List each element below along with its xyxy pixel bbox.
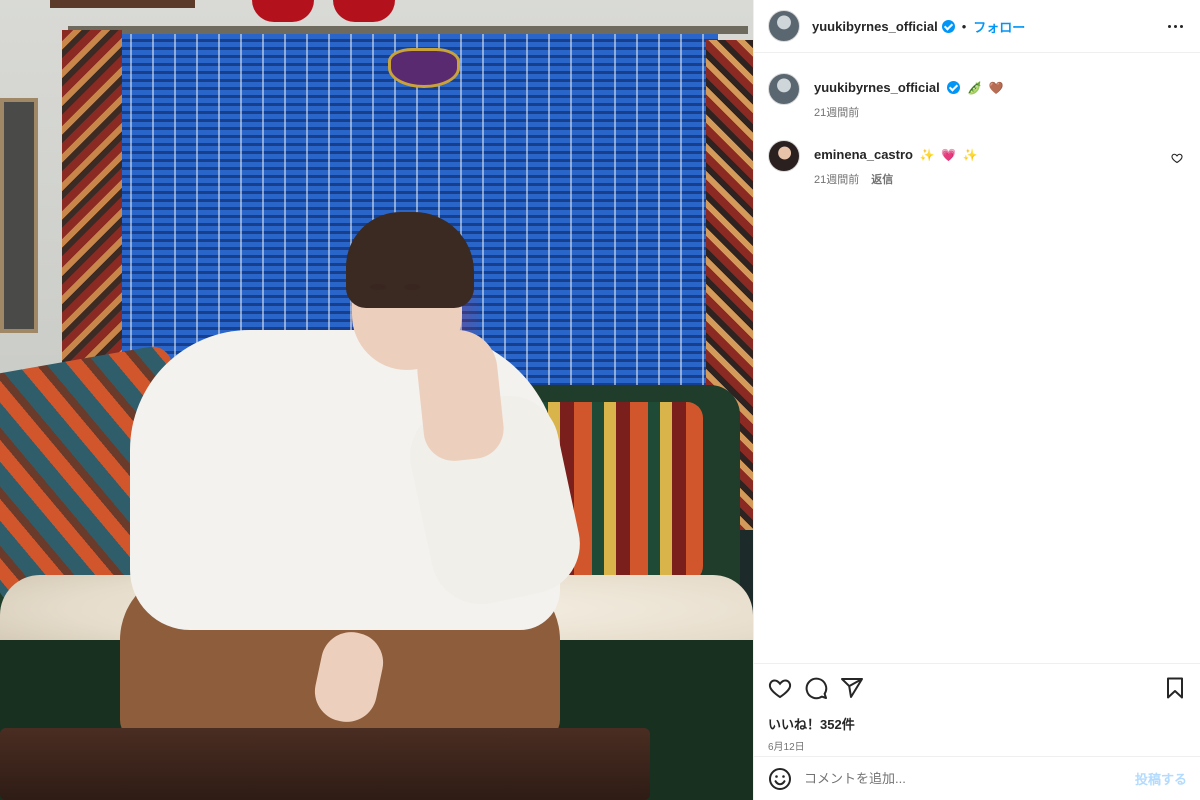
caption-emoji: 🤎 [988, 81, 1004, 95]
comment-emoji: 💗 [941, 148, 957, 162]
more-options-icon[interactable] [1163, 14, 1187, 38]
send-icon[interactable] [840, 676, 864, 700]
post-comment-button[interactable]: 投稿する [1135, 769, 1187, 788]
author-avatar[interactable] [768, 10, 800, 42]
photo-person-eye [370, 284, 386, 290]
comment-like-heart-icon[interactable] [1171, 152, 1183, 164]
comment-time[interactable]: 21週間前 [814, 174, 859, 186]
smiley-icon[interactable] [768, 767, 792, 791]
header-separator: • [961, 18, 967, 34]
post-actions: いいね！352件 6月12日 [754, 663, 1200, 756]
bookmark-icon[interactable] [1163, 676, 1187, 700]
comment-composer: 投稿する [754, 756, 1200, 800]
commenter-avatar[interactable] [768, 140, 800, 172]
photo-wall-picture [0, 98, 38, 333]
photo-curtain-rod [68, 26, 748, 34]
photo-frame [50, 0, 195, 8]
comment-emoji: ✨ [919, 148, 935, 162]
post-header: yuukibyrnes_official • フォロー [754, 0, 1200, 53]
comment-emoji: ✨ [962, 148, 978, 162]
like-count[interactable]: いいね！352件 [768, 714, 1187, 733]
reply-button[interactable]: 返信 [871, 174, 893, 186]
heart-outline-icon[interactable] [768, 676, 792, 700]
caption-username[interactable]: yuukibyrnes_official [814, 80, 940, 95]
verified-badge-icon [947, 81, 961, 94]
commenter-username[interactable]: eminena_castro [814, 147, 913, 162]
photo-mask-decor [388, 48, 460, 88]
caption-time[interactable]: 21週間前 [814, 107, 859, 119]
caption: yuukibyrnes_official 🫛 🤎 21週間前 [768, 73, 1187, 120]
post-date[interactable]: 6月12日 [768, 738, 1187, 753]
author-username[interactable]: yuukibyrnes_official [812, 19, 938, 34]
post-side-panel: yuukibyrnes_official • フォロー yuukibyrnes_… [753, 0, 1200, 800]
photo-table [0, 728, 650, 800]
comment-input[interactable] [804, 771, 1135, 786]
comment-item: eminena_castro ✨ 💗 ✨ 21週間前 返信 [768, 140, 1187, 187]
post-photo[interactable] [0, 0, 753, 800]
comments-list[interactable]: yuukibyrnes_official 🫛 🤎 21週間前 eminena_c… [754, 53, 1200, 663]
photo-person-eye [404, 284, 420, 290]
verified-badge-icon [941, 19, 955, 33]
caption-avatar[interactable] [768, 73, 800, 105]
follow-button[interactable]: フォロー [973, 17, 1025, 36]
comment-bubble-icon[interactable] [804, 676, 828, 700]
caption-emoji: 🫛 [966, 81, 982, 95]
